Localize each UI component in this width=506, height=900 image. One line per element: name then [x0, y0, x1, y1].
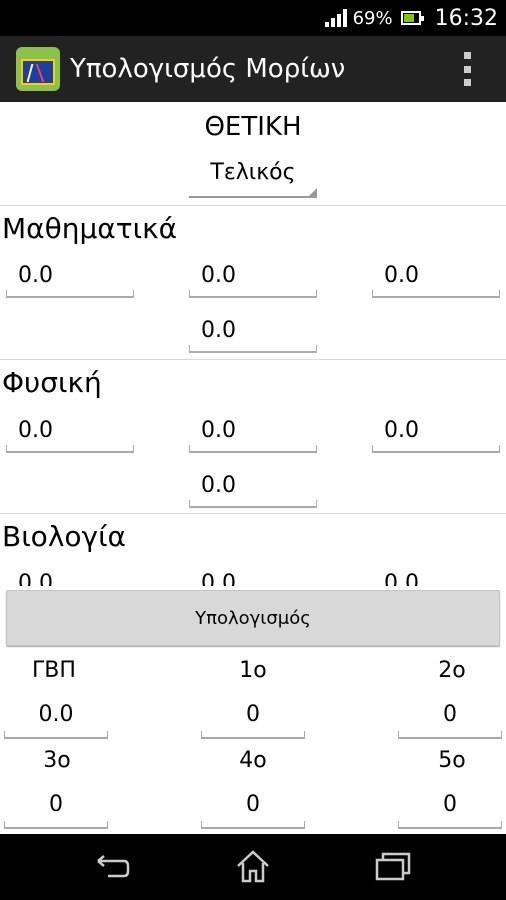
subject-title-biology: Βιολογία	[2, 520, 127, 553]
subject-title-math: Μαθηματικά	[2, 212, 178, 245]
subject-title-physics: Φυσική	[2, 366, 102, 399]
divider	[0, 205, 506, 206]
result-label-2: 2ο	[438, 658, 466, 683]
result-label-1: 1ο	[239, 658, 267, 683]
physics-grade-field-1[interactable]: 0.0	[6, 415, 134, 453]
result-value-3: 0	[4, 789, 108, 829]
battery-icon	[400, 11, 424, 25]
status-bar: 69% 16:32	[0, 0, 506, 36]
result-label-3: 3ο	[43, 748, 71, 773]
math-grade-field-2[interactable]: 0.0	[189, 260, 317, 298]
biology-grade-field-3[interactable]: 0.0	[372, 568, 500, 586]
signal-icon	[324, 9, 347, 27]
physics-grade-field-4[interactable]: 0.0	[189, 470, 317, 508]
stream-heading: ΘΕΤΙΚΗ	[204, 112, 302, 142]
result-value-4: 0	[201, 789, 305, 829]
result-label-gvp: ΓΒΠ	[32, 658, 76, 683]
recents-icon[interactable]	[373, 848, 413, 884]
action-bar: Υπολογισμός Μορίων	[0, 36, 506, 102]
result-value-gvp: 0.0	[4, 699, 108, 739]
math-grade-field-1[interactable]: 0.0	[6, 260, 134, 298]
result-value-1: 0	[201, 699, 305, 739]
scroll-content[interactable]: ΘΕΤΙΚΗ Τελικός Μαθηματικά 0.0 0.0 0.0 0.…	[0, 102, 506, 586]
battery-percent: 69%	[352, 7, 393, 29]
result-label-4: 4ο	[239, 748, 267, 773]
math-grade-field-3[interactable]: 0.0	[372, 260, 500, 298]
physics-grade-field-2[interactable]: 0.0	[189, 415, 317, 453]
navigation-bar	[0, 834, 506, 900]
clock: 16:32	[434, 5, 498, 31]
app-icon[interactable]	[16, 47, 60, 91]
physics-grade-field-3[interactable]: 0.0	[372, 415, 500, 453]
exam-type-spinner[interactable]: Τελικός	[189, 160, 317, 198]
home-icon[interactable]	[233, 848, 273, 884]
divider	[0, 513, 506, 514]
biology-grade-field-2[interactable]: 0.0	[189, 568, 317, 586]
biology-grade-field-1[interactable]: 0.0	[6, 568, 134, 586]
app-title: Υπολογισμός Μορίων	[70, 54, 346, 84]
back-icon[interactable]	[92, 848, 132, 884]
result-value-5: 0	[398, 789, 502, 829]
result-label-5: 5ο	[438, 748, 466, 773]
overflow-menu-icon[interactable]	[464, 52, 472, 86]
calculate-button[interactable]: Υπολογισμός	[6, 590, 500, 646]
math-grade-field-4[interactable]: 0.0	[189, 315, 317, 353]
result-value-2: 0	[398, 699, 502, 739]
divider	[0, 359, 506, 360]
